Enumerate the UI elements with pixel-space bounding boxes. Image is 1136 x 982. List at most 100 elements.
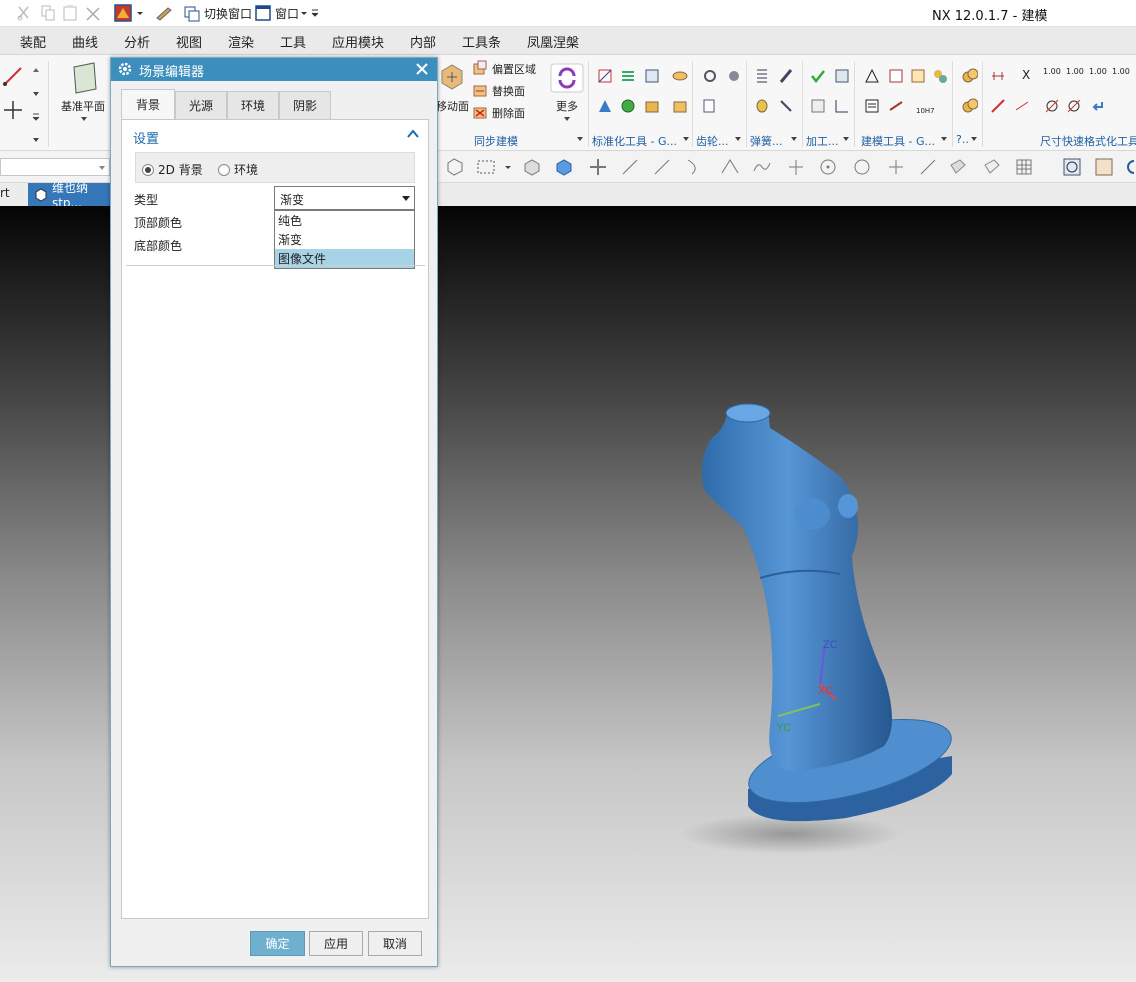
tool-icon[interactable] xyxy=(644,98,660,114)
tool-icon[interactable] xyxy=(672,98,688,114)
move-face-icon[interactable] xyxy=(438,61,464,91)
offset-region-label[interactable]: 偏置区域 xyxy=(492,61,536,77)
window-menu[interactable]: 窗口 xyxy=(275,4,299,22)
move-face-label[interactable]: 移动面 xyxy=(436,98,469,114)
point-icon[interactable] xyxy=(2,99,24,121)
table-tool-icon[interactable] xyxy=(888,68,904,84)
chevron-down-icon[interactable] xyxy=(136,4,144,22)
ok-button[interactable]: 确定 xyxy=(250,931,305,956)
tab-application[interactable]: 应用模块 xyxy=(332,32,384,51)
group-dropdown-icon[interactable] xyxy=(970,135,978,143)
tool-icon[interactable] xyxy=(597,68,613,84)
coin-tool-icon[interactable] xyxy=(962,68,978,84)
triangle-tool-icon[interactable] xyxy=(864,68,880,84)
format-sample[interactable]: 1.00 xyxy=(1043,67,1061,76)
tool-icon[interactable] xyxy=(644,68,660,84)
chevron-down-icon[interactable] xyxy=(504,157,512,177)
undo-icon[interactable] xyxy=(1090,98,1106,114)
option-solid-color[interactable]: 纯色 xyxy=(275,211,414,230)
face-snap-icon[interactable] xyxy=(948,157,968,177)
torso-sculpture[interactable] xyxy=(701,403,959,822)
quadrant-snap-icon[interactable] xyxy=(852,157,872,177)
option-gradient[interactable]: 渐变 xyxy=(275,230,414,249)
group-dropdown-icon[interactable] xyxy=(940,135,948,143)
close-icon[interactable] xyxy=(413,60,431,78)
tab-view[interactable]: 视图 xyxy=(176,32,202,51)
chevron-up-icon[interactable] xyxy=(406,127,420,141)
delete-face-label[interactable]: 删除面 xyxy=(492,105,525,121)
window-icon[interactable] xyxy=(255,4,271,22)
coin-tool-icon[interactable] xyxy=(962,98,978,114)
tab-toolbars[interactable]: 工具条 xyxy=(462,32,501,51)
tab-environment[interactable]: 环境 xyxy=(227,91,279,119)
diameter-icon[interactable] xyxy=(1066,98,1082,114)
radio-environment[interactable]: 环境 xyxy=(218,161,258,178)
group-dropdown-icon[interactable] xyxy=(682,135,690,143)
color-palette-icon[interactable] xyxy=(114,4,132,22)
radio-button-selected[interactable] xyxy=(142,163,154,176)
scroll-down-icon[interactable] xyxy=(32,89,40,99)
customize-dropdown-icon[interactable] xyxy=(311,4,319,22)
machining-check-icon[interactable] xyxy=(810,68,826,84)
group-dropdown-icon[interactable] xyxy=(576,135,584,143)
filter-combo[interactable] xyxy=(0,158,110,176)
tab-tools[interactable]: 工具 xyxy=(280,32,306,51)
modeling-tool-icon[interactable] xyxy=(932,68,948,84)
gear-tool-icon[interactable] xyxy=(702,68,718,84)
line-snap-icon[interactable] xyxy=(620,157,640,177)
tab-analysis[interactable]: 分析 xyxy=(124,32,150,51)
rectangle-select-icon[interactable] xyxy=(476,157,496,177)
machining-tool-icon[interactable] xyxy=(834,68,850,84)
machining-tool-icon[interactable] xyxy=(810,98,826,114)
settings-section-title[interactable]: 设置 xyxy=(133,128,159,147)
cancel-button[interactable]: 取消 xyxy=(368,931,422,956)
copy-icon[interactable] xyxy=(40,4,56,22)
format-sample[interactable]: 1.00 xyxy=(1112,67,1130,76)
tool-icon[interactable] xyxy=(620,98,636,114)
tab-background[interactable]: 背景 xyxy=(121,89,175,119)
scroll-up-icon[interactable] xyxy=(32,65,40,75)
tolerance-label[interactable]: 10H7 xyxy=(916,107,935,115)
dimension-tool-icon[interactable] xyxy=(990,98,1006,114)
line-icon[interactable] xyxy=(2,65,24,87)
line-snap-icon[interactable] xyxy=(652,157,672,177)
paint-brush-icon[interactable] xyxy=(154,4,174,22)
modeling-tool-icon[interactable] xyxy=(910,68,926,84)
format-sample[interactable]: 1.00 xyxy=(1089,67,1107,76)
tab-curve[interactable]: 曲线 xyxy=(72,32,98,51)
dialog-title-bar[interactable]: 场景编辑器 xyxy=(111,58,437,81)
tool-icon[interactable] xyxy=(672,68,688,84)
datum-plane-label[interactable]: 基准平面 xyxy=(61,98,105,114)
tab-render[interactable]: 渲染 xyxy=(228,32,254,51)
replace-face-label[interactable]: 替换面 xyxy=(492,83,525,99)
spline-snap-icon[interactable] xyxy=(752,157,772,177)
spring-tool-icon[interactable] xyxy=(778,68,794,84)
tab-shadow[interactable]: 阴影 xyxy=(279,91,331,119)
more-label[interactable]: 更多 xyxy=(556,98,578,114)
tab-phoenix[interactable]: 凤凰涅槃 xyxy=(527,32,579,51)
note-tool-icon[interactable] xyxy=(864,98,880,114)
tab-assembly[interactable]: 装配 xyxy=(20,32,46,51)
line-snap-icon[interactable] xyxy=(918,157,938,177)
offset-region-icon[interactable] xyxy=(472,60,488,76)
paste-icon[interactable] xyxy=(62,4,78,22)
cut-icon[interactable] xyxy=(16,4,32,22)
x-format-label[interactable]: X xyxy=(1022,68,1030,82)
datum-plane-dropdown-icon[interactable] xyxy=(80,115,88,123)
window-dropdown-icon[interactable] xyxy=(300,4,308,22)
radio-button[interactable] xyxy=(218,163,230,176)
doc-tab-active[interactable]: 维也纳stp... xyxy=(28,181,113,210)
group-dropdown-icon[interactable] xyxy=(842,135,850,143)
format-sample[interactable]: 1.00 xyxy=(1066,67,1084,76)
tab-light[interactable]: 光源 xyxy=(175,91,227,119)
zoom-fit-icon[interactable] xyxy=(1062,157,1082,177)
type-select[interactable]: 渐变 xyxy=(274,186,415,210)
datum-plane-icon[interactable] xyxy=(70,61,100,95)
more-icon[interactable] xyxy=(550,63,584,93)
spring-tool-icon[interactable] xyxy=(754,68,770,84)
rotate-icon[interactable] xyxy=(1124,157,1136,177)
face-snap-icon[interactable] xyxy=(982,157,1002,177)
grid-icon[interactable] xyxy=(1014,157,1034,177)
radio-2d-background[interactable]: 2D 背景 xyxy=(142,161,203,178)
group-dropdown-icon[interactable] xyxy=(790,135,798,143)
